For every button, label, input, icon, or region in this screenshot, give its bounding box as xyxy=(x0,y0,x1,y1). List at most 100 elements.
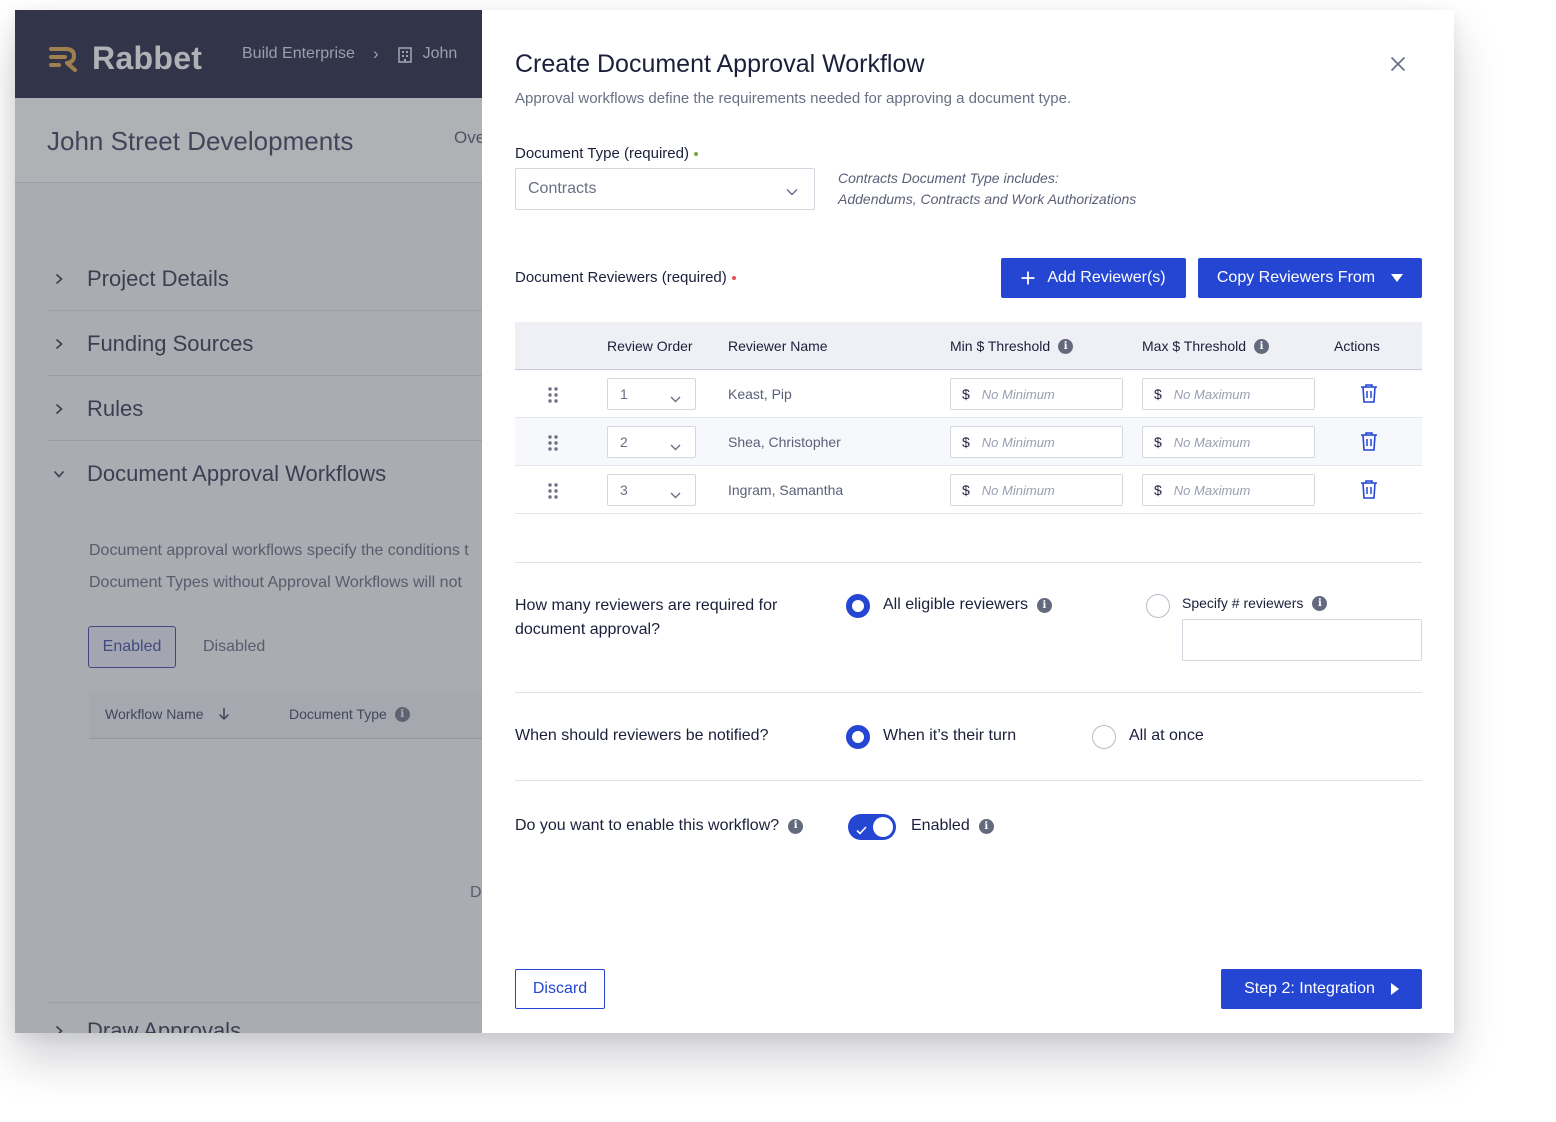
document-reviewers-label: Document Reviewers (required) xyxy=(515,269,736,286)
divider xyxy=(515,692,1422,693)
play-arrow-icon xyxy=(1390,983,1399,995)
close-icon[interactable] xyxy=(1387,53,1409,75)
plus-icon xyxy=(1021,271,1035,285)
column-max-threshold: Max $ Threshold i xyxy=(1142,338,1270,354)
chevron-down-icon xyxy=(786,183,798,201)
label-text: Document Type (required) xyxy=(515,145,689,162)
trash-icon[interactable] xyxy=(1360,383,1378,408)
question-line: document approval? xyxy=(515,621,660,638)
selected-value: Contracts xyxy=(528,180,597,197)
divider xyxy=(515,562,1422,563)
column-min-threshold: Min $ Threshold i xyxy=(950,338,1074,354)
all-eligible-reviewers-label[interactable]: All eligible reviewers i xyxy=(883,596,1052,614)
currency-symbol: $ xyxy=(962,434,970,450)
radio-all-at-once[interactable] xyxy=(1092,725,1116,749)
info-icon[interactable]: i xyxy=(1036,597,1052,613)
column-label: Min $ Threshold xyxy=(950,338,1051,354)
reviewer-table: Review Order Reviewer Name Min $ Thresho… xyxy=(515,322,1422,514)
specify-reviewers-input[interactable] xyxy=(1182,619,1422,661)
selected-value: 1 xyxy=(620,386,628,402)
option-text: All eligible reviewers xyxy=(883,596,1028,613)
app-window: Rabbet Build Enterprise › John John Stre… xyxy=(15,10,1454,1033)
note-line: Addendums, Contracts and Work Authorizat… xyxy=(838,191,1137,207)
toggle-text: Enabled xyxy=(911,817,970,834)
button-label: Step 2: Integration xyxy=(1244,980,1375,997)
table-row: 2 Shea, Christopher $ No Minimum $ No Maxi… xyxy=(515,418,1422,466)
radio-specify-reviewers[interactable] xyxy=(1146,594,1170,618)
max-threshold-input[interactable]: $ No Maximum xyxy=(1142,426,1315,458)
question-text: Do you want to enable this workflow? xyxy=(515,817,780,834)
modal-subtitle: Approval workflows define the requiremen… xyxy=(515,90,1072,107)
step-2-integration-button[interactable]: Step 2: Integration xyxy=(1221,969,1422,1009)
table-row: 1 Keast, Pip $ No Minimum $ No Maximum xyxy=(515,370,1422,418)
input-placeholder: No Minimum xyxy=(981,482,1055,498)
selected-value: 2 xyxy=(620,434,628,450)
question-line: How many reviewers are required for xyxy=(515,597,778,614)
reviewer-name: Keast, Pip xyxy=(728,386,792,402)
when-their-turn-label[interactable]: When it’s their turn xyxy=(883,727,1016,745)
discard-button[interactable]: Discard xyxy=(515,969,605,1009)
button-label: Copy Reviewers From xyxy=(1216,269,1376,286)
drag-handle-icon[interactable] xyxy=(547,435,559,456)
create-workflow-modal: Create Document Approval Workflow Approv… xyxy=(482,10,1454,1033)
chevron-down-icon xyxy=(670,438,681,454)
currency-symbol: $ xyxy=(962,482,970,498)
reviewer-name: Shea, Christopher xyxy=(728,434,841,450)
modal-title: Create Document Approval Workflow xyxy=(515,50,925,78)
reviewer-table-header: Review Order Reviewer Name Min $ Thresho… xyxy=(515,322,1422,370)
info-icon[interactable]: i xyxy=(1312,595,1328,611)
column-actions: Actions xyxy=(1334,338,1380,354)
option-text: Specify # reviewers xyxy=(1182,595,1304,611)
notify-question: When should reviewers be notified? xyxy=(515,727,769,744)
chevron-down-icon xyxy=(670,390,681,406)
review-order-select[interactable]: 2 xyxy=(607,426,696,458)
required-reviewers-question: How many reviewers are required for docu… xyxy=(515,594,777,642)
table-row: 3 Ingram, Samantha $ No Minimum $ No Maxim… xyxy=(515,466,1422,514)
chevron-down-icon xyxy=(670,486,681,502)
currency-symbol: $ xyxy=(962,386,970,402)
specify-reviewers-label[interactable]: Specify # reviewers i xyxy=(1182,595,1328,611)
min-threshold-input[interactable]: $ No Minimum xyxy=(950,426,1123,458)
currency-symbol: $ xyxy=(1154,434,1162,450)
copy-reviewers-button[interactable]: Copy Reviewers From xyxy=(1198,258,1422,298)
min-threshold-input[interactable]: $ No Minimum xyxy=(950,474,1123,506)
label-text: Document Reviewers (required) xyxy=(515,269,727,286)
currency-symbol: $ xyxy=(1154,482,1162,498)
radio-all-eligible-reviewers[interactable] xyxy=(846,594,870,618)
enable-workflow-toggle[interactable] xyxy=(848,814,896,840)
toggle-knob xyxy=(873,817,893,837)
min-threshold-input[interactable]: $ No Minimum xyxy=(950,378,1123,410)
drag-handle-icon[interactable] xyxy=(547,387,559,408)
review-order-select[interactable]: 1 xyxy=(607,378,696,410)
all-at-once-label[interactable]: All at once xyxy=(1129,727,1204,745)
column-label: Max $ Threshold xyxy=(1142,338,1247,354)
document-type-select[interactable]: Contracts xyxy=(515,168,815,210)
max-threshold-input[interactable]: $ No Maximum xyxy=(1142,378,1315,410)
max-threshold-input[interactable]: $ No Maximum xyxy=(1142,474,1315,506)
info-icon[interactable]: i xyxy=(1254,338,1270,354)
trash-icon[interactable] xyxy=(1360,479,1378,504)
info-icon[interactable]: i xyxy=(978,818,994,834)
caret-down-icon xyxy=(1391,274,1404,282)
trash-icon[interactable] xyxy=(1360,431,1378,456)
input-placeholder: No Maximum xyxy=(1173,482,1251,498)
document-type-note: Contracts Document Type includes: Addend… xyxy=(838,168,1136,210)
input-placeholder: No Minimum xyxy=(981,386,1055,402)
add-reviewer-button[interactable]: Add Reviewer(s) xyxy=(1001,258,1186,298)
required-indicator xyxy=(693,152,698,157)
review-order-select[interactable]: 3 xyxy=(607,474,696,506)
column-review-order: Review Order xyxy=(607,338,693,354)
column-reviewer-name: Reviewer Name xyxy=(728,338,828,354)
reviewer-name: Ingram, Samantha xyxy=(728,482,844,498)
info-icon[interactable]: i xyxy=(788,818,804,834)
selected-value: 3 xyxy=(620,482,628,498)
drag-handle-icon[interactable] xyxy=(547,483,559,504)
document-type-label: Document Type (required) xyxy=(515,145,698,162)
check-icon xyxy=(856,822,867,840)
button-label: Add Reviewer(s) xyxy=(1047,269,1166,286)
radio-when-their-turn[interactable] xyxy=(846,725,870,749)
note-line: Contracts Document Type includes: xyxy=(838,170,1059,186)
input-placeholder: No Minimum xyxy=(981,434,1055,450)
info-icon[interactable]: i xyxy=(1058,338,1074,354)
enabled-label: Enabled i xyxy=(911,817,994,835)
